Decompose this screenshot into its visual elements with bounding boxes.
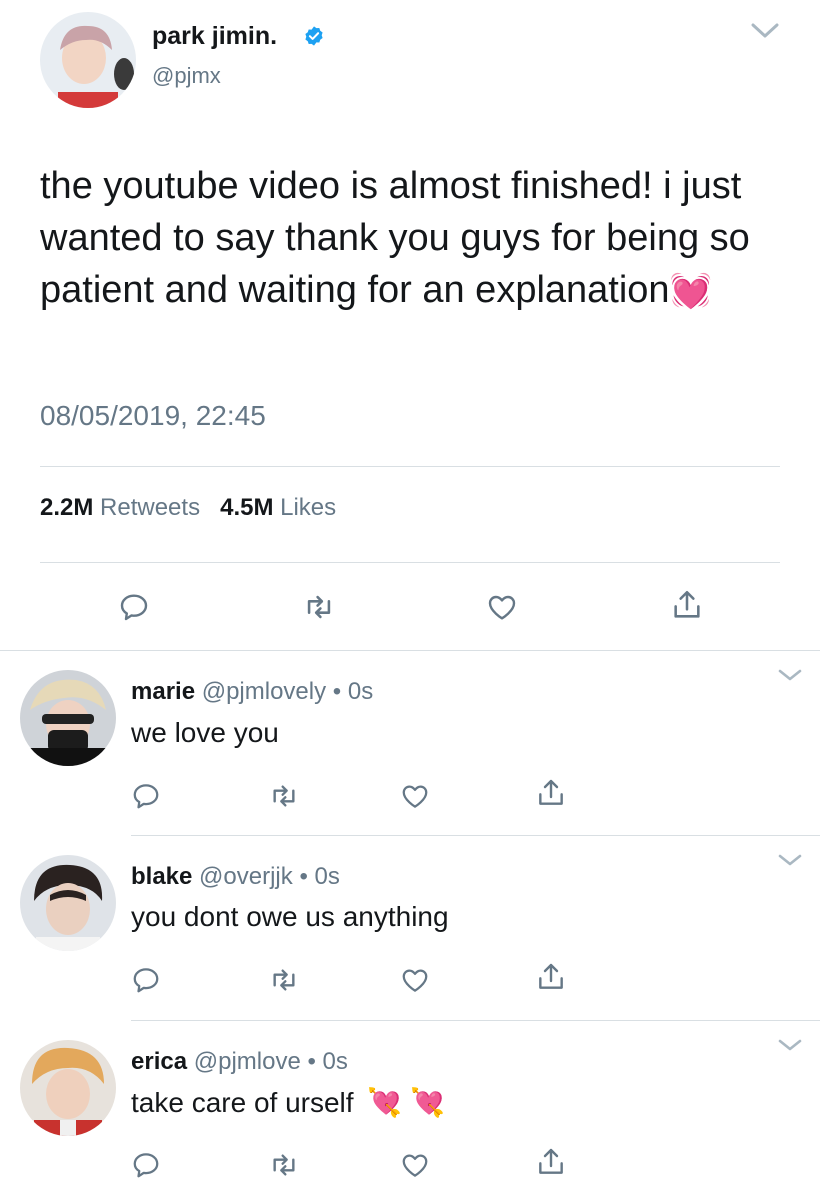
avatar[interactable]: [20, 1040, 116, 1136]
retweets-count: 2.2M: [40, 494, 94, 521]
likes-label: Likes: [280, 494, 337, 521]
reply-text-body: we love you: [131, 717, 279, 748]
share-icon[interactable]: [534, 960, 568, 994]
reply-text-body: you dont owe us anything: [131, 901, 449, 932]
retweet-icon[interactable]: [267, 1148, 301, 1182]
reply-text: you dont owe us anything: [131, 901, 449, 933]
reply-time[interactable]: 0s: [323, 1048, 348, 1075]
reply-handle[interactable]: @overjjk: [199, 863, 293, 890]
reply-icon[interactable]: [129, 1148, 163, 1182]
reply-icon[interactable]: [129, 779, 163, 813]
reply-text: take care of urself 💘 💘: [131, 1086, 445, 1119]
retweets-stat[interactable]: 2.2M Retweets: [40, 494, 200, 521]
tweet-stats: 2.2M Retweets 4.5M Likes: [40, 494, 336, 522]
reply-time[interactable]: 0s: [315, 863, 340, 890]
growing-heart-emoji: 💓: [669, 272, 712, 310]
avatar[interactable]: [20, 670, 116, 766]
timestamp[interactable]: 08/05/2019, 22:45: [40, 400, 266, 432]
divider: [0, 650, 820, 651]
divider: [131, 835, 820, 836]
reply-name[interactable]: erica: [131, 1048, 187, 1075]
like-icon[interactable]: [398, 779, 432, 813]
chevron-down-icon[interactable]: [776, 1036, 804, 1056]
reply-handle[interactable]: @pjmlove: [194, 1048, 301, 1075]
like-icon[interactable]: [485, 590, 519, 624]
separator-dot: •: [307, 1048, 316, 1075]
retweet-icon[interactable]: [267, 963, 301, 997]
divider: [131, 1020, 820, 1021]
reply-icon[interactable]: [129, 963, 163, 997]
reply-text-body: take care of urself: [131, 1087, 354, 1118]
reply-name[interactable]: blake: [131, 863, 192, 890]
tweet-text-body: the youtube video is almost finished! i …: [40, 165, 750, 311]
avatar[interactable]: [20, 855, 116, 951]
reply-icon[interactable]: [117, 590, 151, 624]
likes-stat[interactable]: 4.5M Likes: [220, 494, 336, 521]
like-icon[interactable]: [398, 1148, 432, 1182]
reply-header: marie @pjmlovely • 0s: [131, 678, 373, 706]
chevron-down-icon[interactable]: [776, 666, 804, 686]
retweet-icon[interactable]: [267, 779, 301, 813]
chevron-down-icon[interactable]: [750, 20, 780, 40]
separator-dot: •: [299, 863, 308, 890]
retweets-label: Retweets: [100, 494, 201, 521]
share-icon[interactable]: [534, 1145, 568, 1179]
reply-header: erica @pjmlove • 0s: [131, 1048, 348, 1076]
reply-time[interactable]: 0s: [348, 678, 373, 705]
verified-icon: [303, 25, 325, 47]
heart-with-arrow-emoji: 💘 💘: [367, 1087, 445, 1118]
handle[interactable]: @pjmx: [152, 63, 221, 89]
separator-dot: •: [332, 678, 342, 705]
like-icon[interactable]: [398, 963, 432, 997]
share-icon[interactable]: [670, 588, 704, 622]
chevron-down-icon[interactable]: [776, 851, 804, 871]
share-icon[interactable]: [534, 776, 568, 810]
retweet-icon[interactable]: [302, 590, 336, 624]
reply-header: blake @overjjk • 0s: [131, 863, 340, 891]
avatar[interactable]: [40, 12, 136, 108]
reply-text: we love you: [131, 717, 279, 749]
display-name[interactable]: park jimin.: [152, 22, 277, 51]
reply-name[interactable]: marie: [131, 678, 195, 705]
divider: [40, 562, 780, 563]
reply-handle[interactable]: @pjmlovely: [202, 678, 326, 705]
divider: [40, 466, 780, 467]
tweet-text: the youtube video is almost finished! i …: [40, 160, 760, 317]
likes-count: 4.5M: [220, 494, 274, 521]
